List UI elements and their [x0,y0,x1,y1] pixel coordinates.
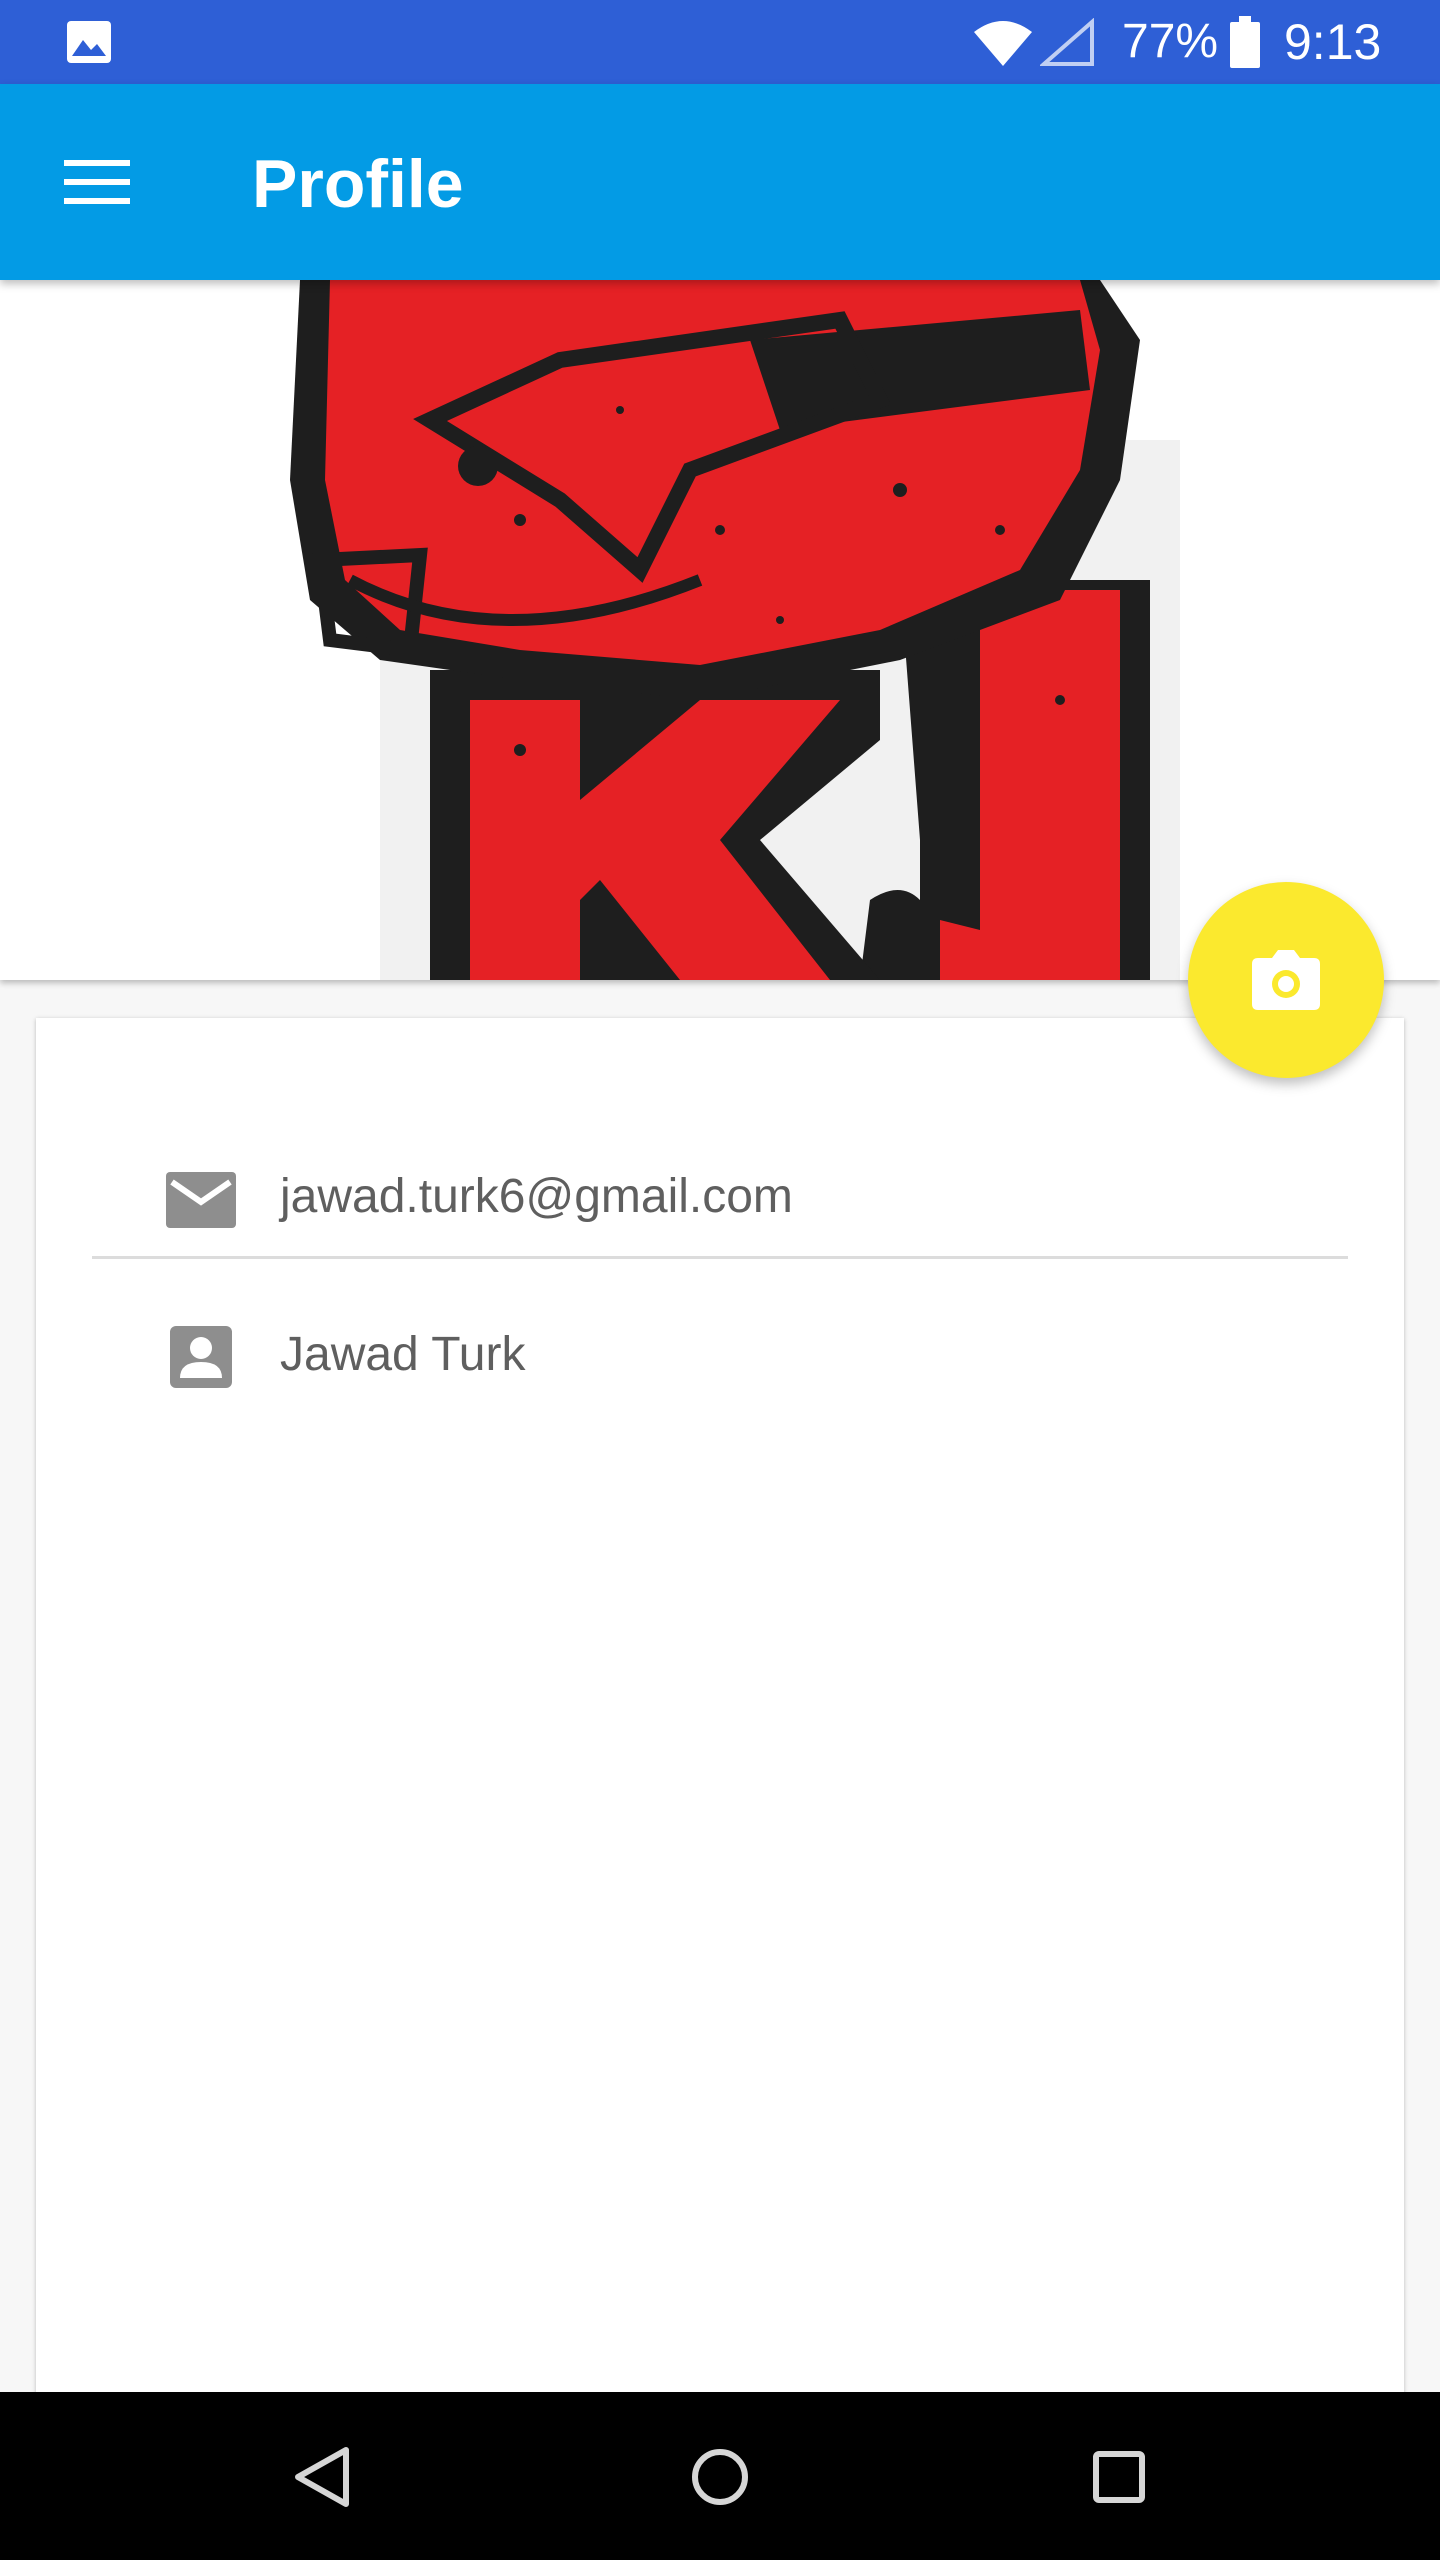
change-photo-button[interactable] [1188,882,1384,1078]
profile-cover-image [0,280,1440,980]
hamburger-menu-icon[interactable] [54,146,142,218]
profile-screen: 77% 9:13 Profile jawad.turk6@gmail.com J… [0,0,1440,2560]
system-nav-bar [0,2392,1440,2560]
profile-info-card: jawad.turk6@gmail.com Jawad Turk [36,1018,1404,2560]
name-row: Jawad Turk [92,1276,1348,1434]
divider [92,1256,1348,1259]
email-row: jawad.turk6@gmail.com [92,1118,1348,1276]
status-bar: 77% 9:13 [0,0,1440,84]
wifi-icon [974,21,1032,66]
clock: 9:13 [1284,14,1382,70]
email-text: jawad.turk6@gmail.com [280,1170,793,1223]
recents-icon[interactable] [1074,2432,1164,2522]
name-text: Jawad Turk [280,1328,526,1381]
app-bar: Profile [0,84,1440,280]
battery-percent: 77% [1122,15,1219,68]
back-icon[interactable] [276,2432,366,2522]
camera-icon [1252,950,1320,1010]
home-icon[interactable] [675,2432,765,2522]
battery-icon [1230,16,1260,68]
mail-icon [166,1172,236,1228]
page-title: Profile [252,146,464,222]
signal-icon [1040,18,1094,66]
kj-helmet-logo [290,280,1180,980]
account-box-icon [170,1326,232,1388]
gallery-icon [67,21,111,63]
